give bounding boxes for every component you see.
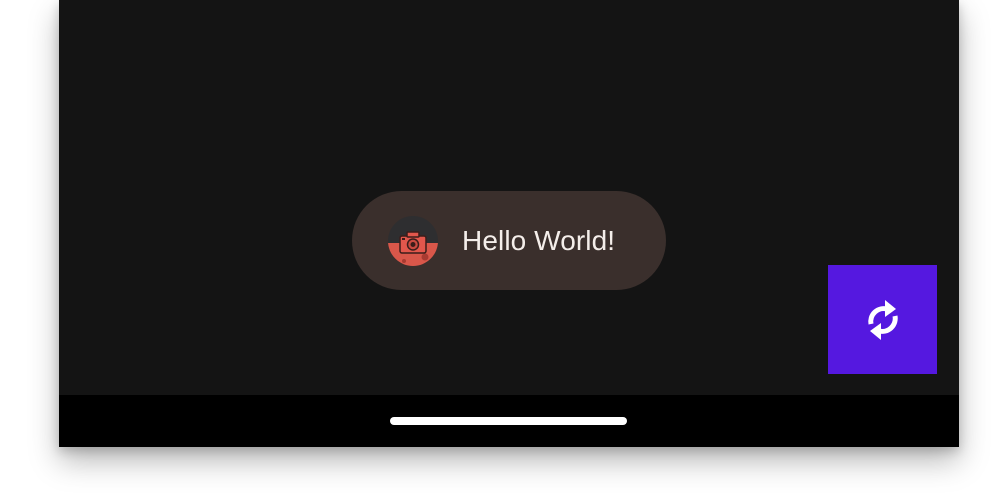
sync-button[interactable] (828, 265, 937, 374)
toast-text: Hello World! (462, 224, 616, 256)
phone-screen: Hello World! (59, 0, 959, 447)
camera-avatar-icon (388, 215, 438, 266)
sync-icon (863, 296, 903, 344)
home-indicator[interactable] (390, 417, 627, 425)
app-content: Hello World! (59, 0, 959, 395)
navigation-bar (59, 395, 959, 447)
toast-message: Hello World! (352, 191, 666, 290)
